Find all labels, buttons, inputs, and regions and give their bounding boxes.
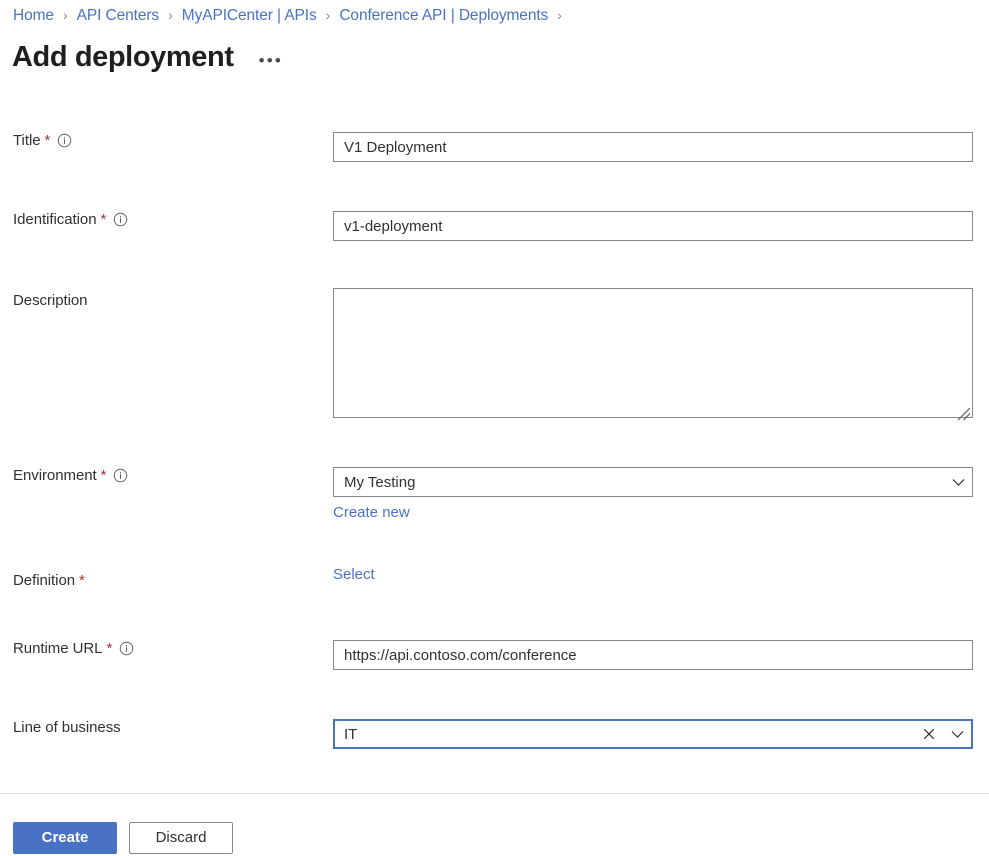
identification-input[interactable] — [333, 211, 973, 241]
breadcrumb-trailing-separator-icon: › — [557, 8, 562, 22]
discard-button[interactable]: Discard — [129, 822, 233, 854]
label-runtime-url: Runtime URL * — [0, 640, 333, 657]
environment-dropdown[interactable]: My Testing — [333, 467, 973, 497]
breadcrumb-item-myapicenter-apis[interactable]: MyAPICenter | APIs — [182, 7, 317, 25]
required-marker: * — [101, 211, 107, 228]
chevron-down-icon[interactable] — [943, 721, 971, 747]
footer-divider — [0, 793, 989, 794]
close-icon[interactable] — [915, 721, 943, 747]
description-textarea[interactable] — [333, 288, 973, 418]
label-description: Description — [0, 288, 333, 309]
field-row-environment: Environment * My Testing Create new — [0, 467, 989, 522]
info-icon[interactable] — [113, 468, 128, 483]
field-row-title: Title * — [0, 132, 989, 162]
line-of-business-combobox[interactable]: IT — [333, 719, 973, 749]
breadcrumb: Home › API Centers › MyAPICenter | APIs … — [13, 4, 571, 28]
info-icon[interactable] — [57, 133, 72, 148]
required-marker: * — [45, 132, 51, 149]
control-line-of-business: IT — [333, 719, 989, 749]
line-of-business-value: IT — [335, 726, 915, 743]
description-textarea-wrapper — [333, 288, 973, 423]
title-input[interactable] — [333, 132, 973, 162]
control-identification — [333, 211, 989, 241]
runtime-url-input[interactable] — [333, 640, 973, 670]
required-marker: * — [106, 640, 112, 657]
control-environment: My Testing Create new — [333, 467, 989, 522]
page-header: Add deployment ••• — [12, 40, 286, 75]
label-line-of-business-text: Line of business — [13, 719, 121, 736]
breadcrumb-item-home[interactable]: Home — [13, 7, 54, 25]
breadcrumb-item-conference-api-deployments[interactable]: Conference API | Deployments — [339, 7, 548, 25]
create-new-environment-link[interactable]: Create new — [333, 504, 410, 521]
info-icon[interactable] — [119, 641, 134, 656]
field-row-line-of-business: Line of business IT — [0, 719, 989, 749]
field-row-description: Description — [0, 288, 989, 423]
more-options-button[interactable]: ••• — [256, 49, 286, 73]
footer-actions: Create Discard — [13, 822, 233, 854]
required-marker: * — [101, 467, 107, 484]
environment-selected-value: My Testing — [334, 474, 944, 491]
chevron-down-icon[interactable] — [944, 468, 972, 496]
breadcrumb-separator-icon: › — [326, 8, 331, 22]
create-button[interactable]: Create — [13, 822, 117, 854]
definition-select-link[interactable]: Select — [333, 566, 375, 583]
control-title — [333, 132, 989, 162]
field-row-definition: Definition * Select — [0, 572, 989, 589]
breadcrumb-item-api-centers[interactable]: API Centers — [77, 7, 159, 25]
control-definition: Select — [333, 566, 989, 584]
label-title-text: Title — [13, 132, 41, 149]
label-identification-text: Identification — [13, 211, 97, 228]
control-description — [333, 288, 989, 423]
label-line-of-business: Line of business — [0, 719, 333, 736]
environment-create-new-wrapper: Create new — [333, 504, 989, 522]
page-title: Add deployment — [12, 40, 234, 75]
field-row-identification: Identification * — [0, 211, 989, 241]
label-environment-text: Environment — [13, 467, 97, 484]
label-runtime-url-text: Runtime URL — [13, 640, 102, 657]
field-row-runtime-url: Runtime URL * — [0, 640, 989, 670]
breadcrumb-separator-icon: › — [63, 8, 68, 22]
label-environment: Environment * — [0, 467, 333, 484]
breadcrumb-separator-icon: › — [168, 8, 173, 22]
label-title: Title * — [0, 132, 333, 149]
label-description-text: Description — [13, 292, 87, 309]
label-definition: Definition * — [0, 572, 333, 589]
info-icon[interactable] — [113, 212, 128, 227]
label-definition-text: Definition — [13, 572, 75, 589]
control-runtime-url — [333, 640, 989, 670]
required-marker: * — [79, 572, 85, 589]
label-identification: Identification * — [0, 211, 333, 228]
